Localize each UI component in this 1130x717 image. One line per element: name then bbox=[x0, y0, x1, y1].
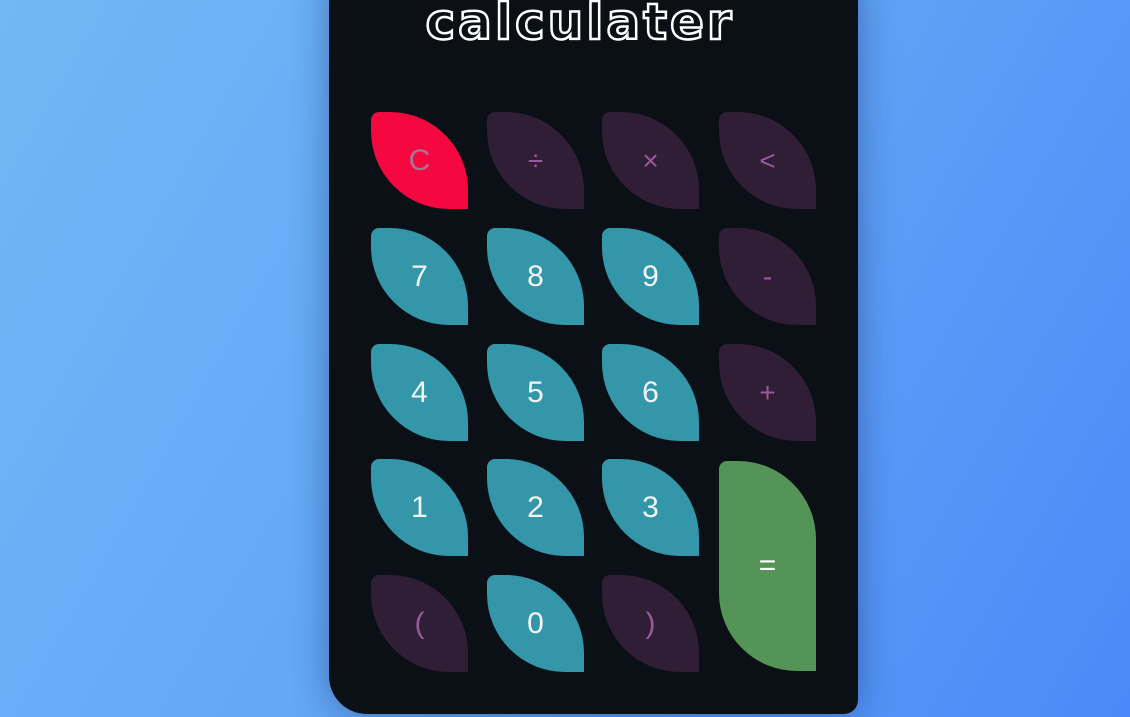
divide-button[interactable]: ÷ bbox=[487, 112, 584, 209]
digit-6-button[interactable]: 6 bbox=[602, 344, 699, 441]
digit-8-button[interactable]: 8 bbox=[487, 228, 584, 325]
digit-4-button[interactable]: 4 bbox=[371, 344, 468, 441]
digit-3-button[interactable]: 3 bbox=[602, 459, 699, 556]
equals-button[interactable]: = bbox=[719, 461, 816, 671]
close-paren-button[interactable]: ) bbox=[602, 575, 699, 672]
backspace-button[interactable]: < bbox=[719, 112, 816, 209]
digit-2-button[interactable]: 2 bbox=[487, 459, 584, 556]
minus-button[interactable]: - bbox=[719, 228, 816, 325]
calculator-panel: calculater C ÷ × < 7 8 9 - 4 5 6 + 1 2 3… bbox=[329, 0, 858, 714]
digit-1-button[interactable]: 1 bbox=[371, 459, 468, 556]
digit-5-button[interactable]: 5 bbox=[487, 344, 584, 441]
open-paren-button[interactable]: ( bbox=[371, 575, 468, 672]
app-title: calculater bbox=[424, 0, 735, 52]
plus-button[interactable]: + bbox=[719, 344, 816, 441]
clear-button[interactable]: C bbox=[371, 112, 468, 209]
digit-7-button[interactable]: 7 bbox=[371, 228, 468, 325]
digit-9-button[interactable]: 9 bbox=[602, 228, 699, 325]
multiply-button[interactable]: × bbox=[602, 112, 699, 209]
digit-0-button[interactable]: 0 bbox=[487, 575, 584, 672]
